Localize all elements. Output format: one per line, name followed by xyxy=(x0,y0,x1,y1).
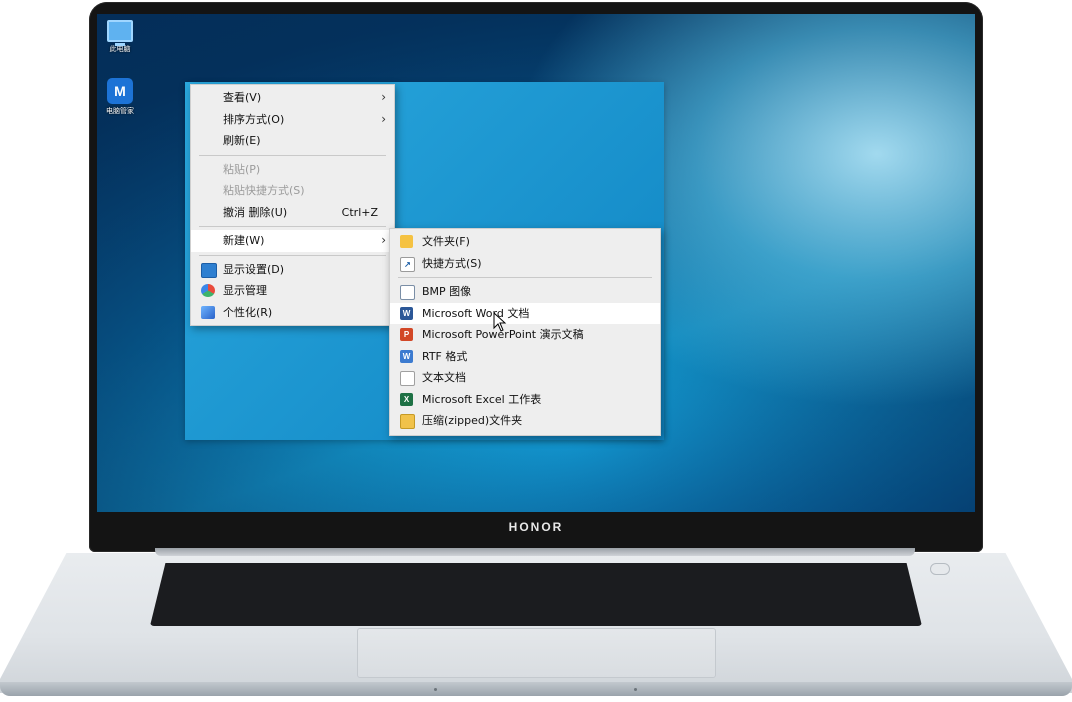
menu-item-new[interactable]: 新建(W) › xyxy=(191,230,394,252)
text-document-icon xyxy=(400,371,415,386)
menu-item-label: 压缩(zipped)文件夹 xyxy=(422,414,523,427)
computer-icon xyxy=(107,20,133,46)
powerpoint-icon: P xyxy=(400,328,413,341)
menu-item-label: RTF 格式 xyxy=(422,349,468,363)
chevron-right-icon: › xyxy=(381,90,386,104)
menu-item-view[interactable]: 查看(V) › xyxy=(191,87,394,109)
menu-item-label: 文本文档 xyxy=(422,371,466,384)
laptop-base-edge xyxy=(0,682,1072,696)
menu-item-label: 显示设置(D) xyxy=(223,262,285,276)
submenu-item-powerpoint[interactable]: P Microsoft PowerPoint 演示文稿 xyxy=(390,324,660,346)
menu-divider xyxy=(199,226,386,227)
menu-divider xyxy=(199,254,386,256)
power-button xyxy=(930,563,950,575)
keyboard xyxy=(150,563,922,626)
touchpad xyxy=(357,628,716,678)
base-dot xyxy=(634,688,637,691)
menu-item-label: 刷新(E) xyxy=(223,134,261,147)
menu-item-label: 粘贴快捷方式(S) xyxy=(223,184,305,197)
mouse-cursor-icon xyxy=(493,312,507,332)
submenu-item-zip[interactable]: 压缩(zipped)文件夹 xyxy=(390,410,660,432)
menu-item-display-settings[interactable]: 显示设置(D) xyxy=(191,259,394,281)
desktop-icon-label: 电脑管家 xyxy=(106,107,134,115)
menu-item-display-manager[interactable]: 显示管理 xyxy=(191,280,394,302)
submenu-item-rtf[interactable]: W RTF 格式 xyxy=(390,346,660,368)
word-document-icon: W xyxy=(400,306,413,320)
desktop-icon-pc-manager[interactable]: M 电脑管家 xyxy=(100,78,140,116)
rtf-document-icon: W xyxy=(400,349,413,363)
menu-item-label: 个性化(R) xyxy=(223,305,273,319)
menu-item-label: 新建(W) xyxy=(223,234,265,247)
menu-item-label: 粘贴(P) xyxy=(223,162,261,176)
menu-divider xyxy=(199,154,386,156)
submenu-item-word[interactable]: W Microsoft Word 文档 xyxy=(390,302,660,324)
submenu-item-shortcut[interactable]: ↗ 快捷方式(S) xyxy=(390,253,660,275)
menu-item-label: Microsoft Word 文档 xyxy=(422,306,530,320)
new-submenu: 文件夹(F) ↗ 快捷方式(S) BMP 图像 W Microsoft Word… xyxy=(389,228,661,436)
submenu-item-folder[interactable]: 文件夹(F) xyxy=(390,231,660,253)
menu-item-paste-shortcut[interactable]: 粘贴快捷方式(S) xyxy=(191,180,394,202)
menu-item-label: BMP 图像 xyxy=(422,285,472,298)
excel-icon: X xyxy=(400,392,413,406)
pc-manager-icon: M xyxy=(107,78,133,104)
folder-icon xyxy=(400,235,413,248)
display-settings-icon xyxy=(201,262,217,278)
menu-item-undo-delete[interactable]: 撤消 删除(U) Ctrl+Z xyxy=(191,202,394,224)
menu-divider xyxy=(398,277,652,278)
menu-item-sort[interactable]: 排序方式(O) › xyxy=(191,109,394,131)
laptop-hinge xyxy=(155,548,915,556)
menu-item-label: 显示管理 xyxy=(223,284,267,297)
chevron-right-icon: › xyxy=(381,233,386,247)
display-manager-icon xyxy=(201,284,215,297)
menu-item-label: 撤消 删除(U) xyxy=(223,205,288,219)
submenu-item-excel[interactable]: X Microsoft Excel 工作表 xyxy=(390,389,660,411)
submenu-item-bmp[interactable]: BMP 图像 xyxy=(390,281,660,303)
menu-item-refresh[interactable]: 刷新(E) xyxy=(191,130,394,152)
menu-shortcut: Ctrl+Z xyxy=(341,205,378,219)
brand-logo: HONOR xyxy=(508,520,564,534)
menu-item-label: 文件夹(F) xyxy=(422,235,470,248)
menu-item-label: 查看(V) xyxy=(223,91,262,104)
bmp-image-icon xyxy=(400,285,415,300)
menu-item-paste[interactable]: 粘贴(P) xyxy=(191,159,394,181)
menu-item-label: 排序方式(O) xyxy=(223,112,285,126)
chevron-right-icon: › xyxy=(381,111,386,126)
menu-item-label: Microsoft Excel 工作表 xyxy=(422,392,542,406)
shortcut-icon: ↗ xyxy=(400,256,415,272)
zip-folder-icon xyxy=(400,414,415,429)
desktop-icon-this-pc[interactable]: 此电脑 xyxy=(100,20,140,54)
bottom-bezel: HONOR xyxy=(97,512,975,542)
personalize-icon xyxy=(201,305,215,319)
base-dot xyxy=(434,688,437,691)
menu-item-personalize[interactable]: 个性化(R) xyxy=(191,302,394,324)
desktop-screen[interactable]: 此电脑 M 电脑管家 查看(V) › 排序方式(O) › 刷新(E) 粘贴(P)… xyxy=(97,14,975,512)
context-menu: 查看(V) › 排序方式(O) › 刷新(E) 粘贴(P) 粘贴快捷方式(S) … xyxy=(190,84,395,326)
menu-item-label: 快捷方式(S) xyxy=(422,256,482,270)
submenu-item-text[interactable]: 文本文档 xyxy=(390,367,660,389)
